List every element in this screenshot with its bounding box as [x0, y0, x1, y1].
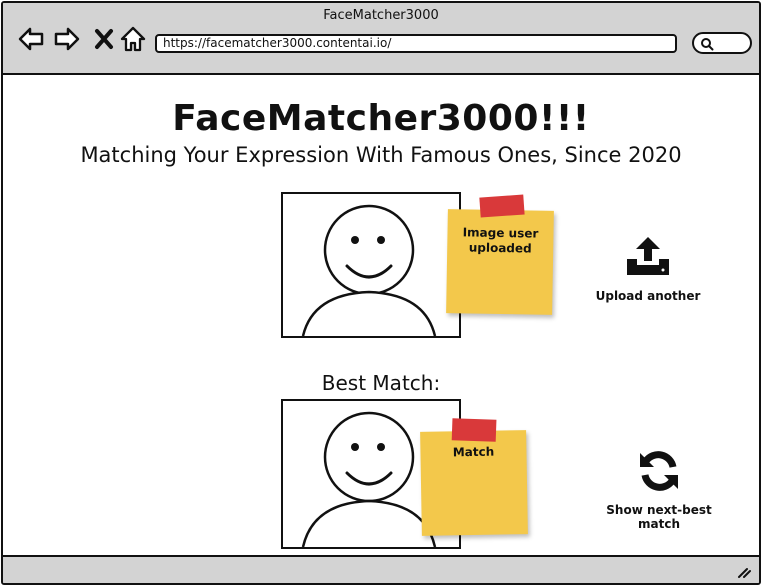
browser-window: FaceMatcher3000 https://facematcher3000.… [1, 1, 761, 585]
next-best-match-label: Show next-best match [606, 503, 712, 531]
uploaded-sticky-note: Image user uploaded [446, 194, 554, 315]
match-sticky-note: Match [420, 418, 528, 536]
home-icon[interactable] [119, 25, 147, 53]
status-bar [3, 555, 759, 583]
tape [451, 418, 497, 442]
search-icon [701, 38, 714, 51]
browser-toolbar: FaceMatcher3000 https://facematcher3000.… [3, 3, 759, 75]
page-subtitle: Matching Your Expression With Famous One… [80, 143, 682, 167]
forward-arrow-icon[interactable] [53, 25, 81, 53]
upload-another-button[interactable]: Upload another [593, 235, 703, 303]
uploaded-note-label: Image user uploaded [462, 225, 539, 256]
face-placeholder-icon [301, 204, 437, 336]
upload-icon [627, 237, 669, 275]
upload-another-label: Upload another [595, 289, 701, 303]
refresh-icon [640, 451, 678, 491]
resize-grip-icon[interactable] [737, 566, 751, 578]
search-field[interactable] [692, 32, 752, 54]
back-arrow-icon[interactable] [17, 25, 45, 53]
uploaded-image [281, 192, 461, 338]
address-bar[interactable]: https://facematcher3000.contentai.io/ [155, 34, 677, 53]
window-title: FaceMatcher3000 [323, 8, 439, 23]
close-icon[interactable] [91, 25, 119, 53]
page-title: FaceMatcher3000!!! [172, 98, 590, 139]
best-match-heading: Best Match: [321, 371, 441, 395]
tape [479, 194, 525, 218]
next-best-match-button[interactable]: Show next-best match [589, 449, 729, 531]
